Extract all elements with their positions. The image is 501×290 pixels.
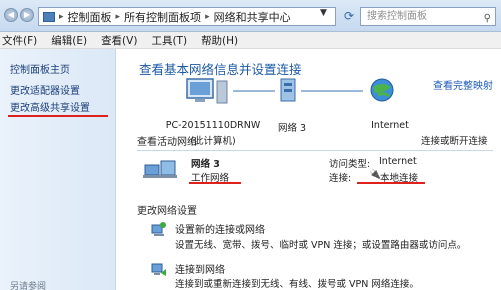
setup-connection-link[interactable]: 设置新的连接或网络 bbox=[175, 221, 265, 236]
menu-view[interactable]: 查看(V) bbox=[99, 33, 139, 48]
internet-label: Internet bbox=[371, 120, 409, 131]
network-bench-icon bbox=[143, 160, 177, 178]
search-input[interactable]: 搜索控制面板 ⚲ bbox=[360, 7, 496, 26]
breadcrumb-control-panel[interactable]: 控制面板 bbox=[68, 9, 112, 25]
setup-connection-desc: 设置无线、宽带、拨号、临时或 VPN 连接；或设置路由器或访问点。 bbox=[175, 240, 467, 251]
change-settings-header: 更改网络设置 bbox=[137, 206, 197, 217]
annotation-underline bbox=[189, 182, 241, 184]
main-panel: 查看基本网络信息并设置连接 查看完整映射 PC-20151110DRNW (此计… bbox=[117, 49, 501, 290]
menu-tools[interactable]: 工具(T) bbox=[149, 33, 189, 48]
sidebar-footer: 另请参阅 bbox=[10, 282, 47, 290]
breadcrumb-all-items[interactable]: 所有控制面板项 bbox=[124, 9, 201, 25]
chevron-right-icon: ▸ bbox=[115, 11, 121, 22]
access-type-label: 访问类型: bbox=[329, 159, 371, 170]
menu-edit[interactable]: 编辑(E) bbox=[49, 33, 89, 48]
forward-button[interactable]: ▶ bbox=[20, 8, 34, 22]
internet-globe-icon bbox=[370, 78, 394, 102]
address-box[interactable]: ▸ 控制面板 ▸ 所有控制面板项 ▸ 网络和共享中心 bbox=[38, 7, 336, 26]
menu-help[interactable]: 帮助(H) bbox=[199, 33, 240, 48]
sidebar-item-home[interactable]: 控制面板主页 bbox=[10, 61, 70, 76]
chevron-right-icon: ▸ bbox=[59, 11, 64, 22]
address-bar: ◀ ▶ ▸ 控制面板 ▸ 所有控制面板项 ▸ 网络和共享中心 ▼ ⟳ 搜索控制面… bbox=[0, 0, 501, 32]
computer-name: PC-20151110DRNW bbox=[165, 120, 261, 131]
network-setup-icon bbox=[151, 222, 166, 236]
connect-network-icon bbox=[151, 263, 166, 276]
menu-file[interactable]: 文件(F) bbox=[0, 33, 39, 48]
search-icon[interactable]: ⚲ bbox=[484, 10, 491, 27]
connect-disconnect-link[interactable]: 连接或断开连接 bbox=[421, 133, 488, 147]
back-button[interactable]: ◀ bbox=[4, 8, 18, 22]
divider bbox=[137, 150, 493, 151]
breadcrumb-network-center[interactable]: 网络和共享中心 bbox=[214, 9, 291, 25]
computer-icon bbox=[186, 78, 228, 104]
annotation-underline bbox=[8, 115, 108, 117]
sidebar-item-adapter-settings[interactable]: 更改适配器设置 bbox=[10, 82, 80, 97]
menu-bar: 文件(F) 编辑(E) 查看(V) 工具(T) 帮助(H) bbox=[0, 32, 501, 49]
connect-network-desc: 连接到或重新连接到无线、有线、拨号或 VPN 网络连接。 bbox=[175, 279, 419, 290]
sidebar-item-advanced-sharing[interactable]: 更改高级共享设置 bbox=[10, 99, 90, 114]
active-networks-header: 查看活动网络 bbox=[137, 137, 197, 148]
page-title: 查看基本网络信息并设置连接 bbox=[139, 62, 302, 77]
refresh-icon[interactable]: ⟳ bbox=[340, 7, 358, 26]
chevron-right-icon: ▸ bbox=[205, 11, 210, 22]
control-panel-icon bbox=[43, 11, 55, 22]
network-label: 网络 3 bbox=[277, 123, 307, 134]
access-type-value: Internet bbox=[379, 156, 417, 167]
chevron-down-icon[interactable]: ▼ bbox=[320, 8, 327, 18]
annotation-underline bbox=[357, 182, 425, 184]
search-placeholder: 搜索控制面板 bbox=[367, 11, 427, 22]
connection-label: 连接: bbox=[329, 173, 352, 184]
network-icon bbox=[280, 78, 296, 102]
active-network-name: 网络 3 bbox=[191, 159, 220, 170]
sidebar: 控制面板主页 更改适配器设置 更改高级共享设置 另请参阅 bbox=[0, 49, 116, 290]
network-map-icons bbox=[186, 78, 394, 104]
connect-network-link[interactable]: 连接到网络 bbox=[175, 261, 225, 276]
